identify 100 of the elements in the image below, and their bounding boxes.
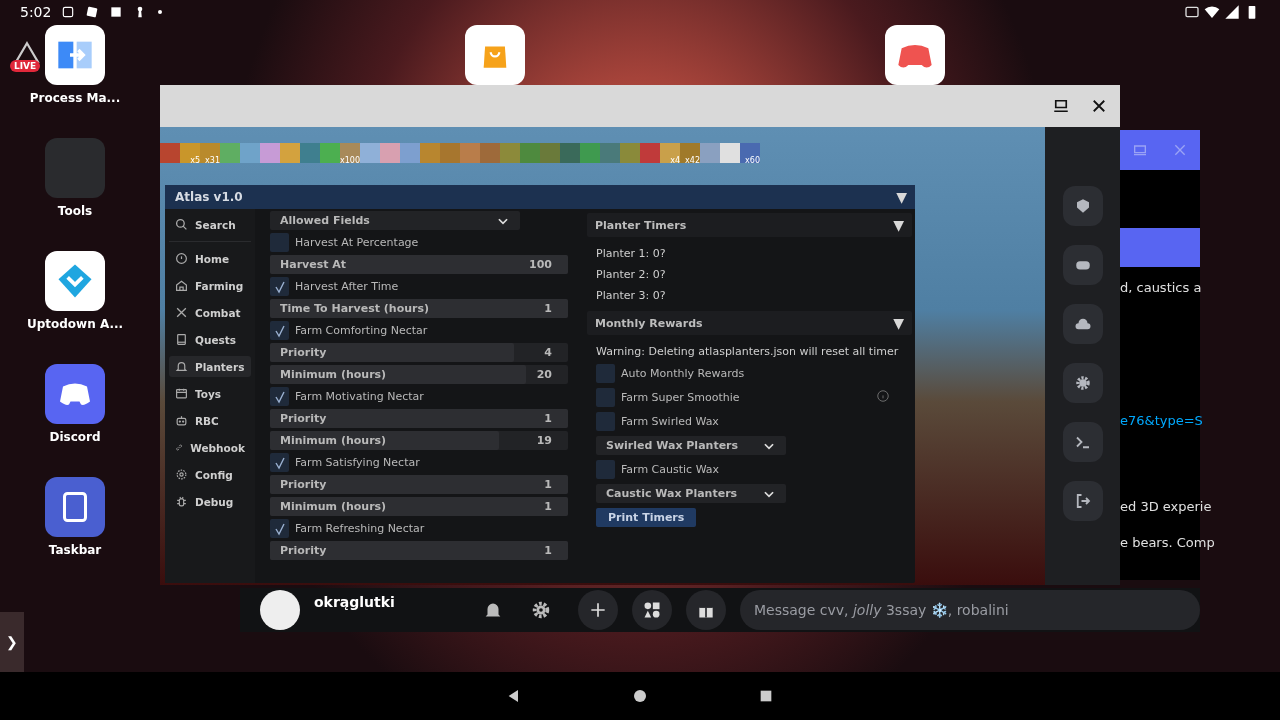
app-notification-icon <box>109 5 124 19</box>
collapse-toggle[interactable]: ▼ <box>893 315 904 331</box>
close-icon <box>1090 97 1108 115</box>
app-icon[interactable] <box>45 477 105 537</box>
collapse-toggle[interactable]: ▼ <box>893 217 904 233</box>
close-button[interactable] <box>1090 97 1108 115</box>
checkbox[interactable] <box>270 321 289 340</box>
item-icon[interactable] <box>620 143 640 163</box>
item-icon[interactable] <box>400 143 420 163</box>
slider[interactable]: Priority 1 <box>270 409 568 428</box>
recents-icon <box>758 688 774 704</box>
panel-button[interactable] <box>1062 481 1103 521</box>
checkbox[interactable] <box>596 460 615 479</box>
item-icon[interactable]: x42 <box>680 143 700 163</box>
item-icon[interactable] <box>460 143 480 163</box>
slider[interactable]: Minimum (hours) 19 <box>270 431 568 450</box>
item-icon[interactable] <box>280 143 300 163</box>
text: Warning: Deleting atlasplanters.json will reset all timer <box>596 343 900 359</box>
item-icon[interactable] <box>580 143 600 163</box>
nav-item[interactable]: Config <box>169 464 251 485</box>
item-icon[interactable] <box>540 143 560 163</box>
checkbox[interactable] <box>270 519 289 538</box>
app-icon[interactable] <box>45 251 105 311</box>
apps-button[interactable] <box>632 590 672 630</box>
slider[interactable]: Minimum (hours) 20 <box>270 365 568 384</box>
nav-item[interactable]: Farming <box>169 275 251 296</box>
item-icon[interactable] <box>480 143 500 163</box>
item-icon[interactable] <box>380 143 400 163</box>
slider[interactable]: Priority 4 <box>270 343 568 362</box>
slider[interactable]: Priority 1 <box>270 475 568 494</box>
app-icon[interactable] <box>45 25 105 85</box>
nav-item[interactable]: Planters <box>169 356 251 377</box>
item-icon[interactable] <box>500 143 520 163</box>
gift-button[interactable] <box>686 590 726 630</box>
slider[interactable]: Minimum (hours) 1 <box>270 497 568 516</box>
nav-item[interactable]: RBC <box>169 410 251 431</box>
app-label: Process Ma... <box>29 91 121 105</box>
slider[interactable]: Priority 1 <box>270 541 568 560</box>
item-icon[interactable]: x60 <box>740 143 760 163</box>
restore-button[interactable] <box>1052 97 1070 115</box>
item-icon[interactable] <box>320 143 340 163</box>
item-icon[interactable] <box>720 143 740 163</box>
nav-item[interactable]: Home <box>169 248 251 269</box>
edge-tab[interactable]: ❯ <box>0 612 24 672</box>
item-icon[interactable] <box>220 143 240 163</box>
message-field[interactable]: Message cvv, jolly 3ssay ❄, robalini <box>740 590 1200 630</box>
item-icon[interactable] <box>160 143 180 163</box>
checkbox[interactable] <box>270 233 289 252</box>
dropdown[interactable]: Caustic Wax Planters <box>596 484 786 503</box>
item-icon[interactable] <box>260 143 280 163</box>
nav-item[interactable]: Combat <box>169 302 251 323</box>
nav-item[interactable]: Search <box>169 214 251 235</box>
wifi-icon <box>1204 4 1220 20</box>
item-icon[interactable] <box>640 143 660 163</box>
app-icon[interactable] <box>465 25 525 85</box>
item-icon[interactable] <box>520 143 540 163</box>
item-icon[interactable] <box>600 143 620 163</box>
avatar[interactable] <box>260 590 300 630</box>
calendar-icon <box>175 387 188 400</box>
panel-button[interactable] <box>1062 245 1103 285</box>
panel-button[interactable] <box>1062 363 1103 403</box>
settings-button[interactable] <box>530 599 552 621</box>
add-button[interactable] <box>578 590 618 630</box>
item-icon[interactable] <box>300 143 320 163</box>
item-icon[interactable] <box>420 143 440 163</box>
nav-item[interactable]: Webhook <box>169 437 251 458</box>
nav-item[interactable]: Debug <box>169 491 251 512</box>
panel-button[interactable] <box>1062 304 1103 344</box>
message-text: e bears. Comp <box>1120 535 1215 550</box>
app-icon[interactable] <box>885 25 945 85</box>
dropdown[interactable]: Allowed Fields <box>270 211 520 230</box>
item-icon[interactable] <box>440 143 460 163</box>
slider[interactable]: Harvest At 100 <box>270 255 568 274</box>
print-timers-button[interactable]: Print Timers <box>596 508 697 527</box>
nav-item[interactable]: Toys <box>169 383 251 404</box>
checkbox[interactable] <box>596 364 615 383</box>
checkbox[interactable] <box>270 387 289 406</box>
checkbox[interactable] <box>596 388 615 407</box>
item-icon[interactable] <box>240 143 260 163</box>
item-icon[interactable] <box>560 143 580 163</box>
checkbox-label: Farm Refreshing Nectar <box>295 522 425 535</box>
dropdown[interactable]: Swirled Wax Planters <box>596 436 786 455</box>
checkbox[interactable] <box>270 277 289 296</box>
app-icon[interactable] <box>45 364 105 424</box>
close-icon <box>1172 142 1188 158</box>
panel-button[interactable] <box>1062 186 1103 226</box>
collapse-toggle[interactable]: ▼ <box>896 189 907 205</box>
slider[interactable]: Time To Harvest (hours) 1 <box>270 299 568 318</box>
item-icon[interactable] <box>700 143 720 163</box>
link[interactable]: e76&type=S <box>1120 413 1203 428</box>
checkbox-label: Farm Super Smoothie <box>621 391 740 404</box>
checkbox[interactable] <box>596 412 615 431</box>
checkbox[interactable] <box>270 453 289 472</box>
recents-button[interactable] <box>758 688 774 704</box>
folder-icon[interactable] <box>45 138 105 198</box>
item-icon[interactable] <box>360 143 380 163</box>
home-button[interactable] <box>632 688 648 704</box>
message-text: d, caustics a <box>1120 280 1202 295</box>
nav-item[interactable]: Quests <box>169 329 251 350</box>
clock: 5:02 <box>20 4 52 20</box>
